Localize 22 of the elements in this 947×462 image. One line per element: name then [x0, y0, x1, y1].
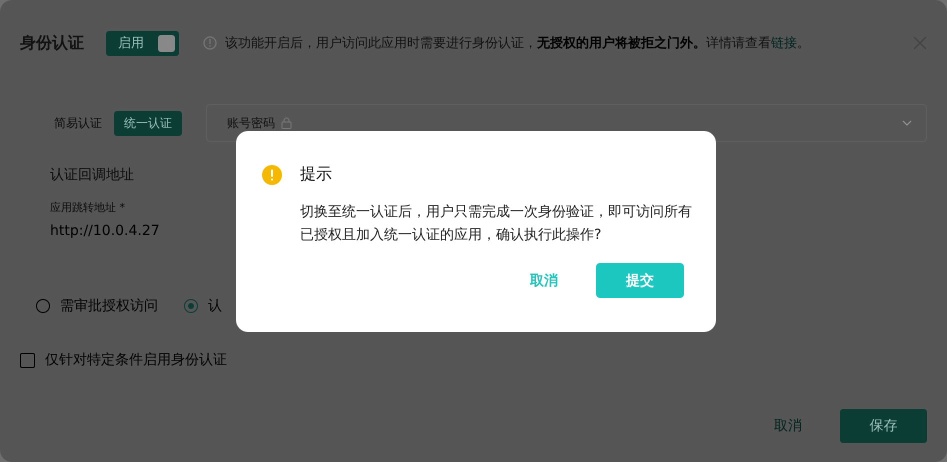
- lock-icon: [281, 117, 292, 129]
- dialog-message: 切换至统一认证后，用户只需完成一次身份验证，即可访问所有已授权且加入统一认证的应用，确认执行此操作?: [300, 203, 693, 245]
- submit-button[interactable]: 提交: [596, 263, 684, 298]
- info-icon: [203, 36, 217, 50]
- save-button[interactable]: 保存: [840, 409, 927, 443]
- auth-mode-tab[interactable]: 简易认证: [44, 110, 112, 136]
- dialog-cancel-button[interactable]: 取消: [530, 272, 558, 290]
- auth-mode-tab[interactable]: 统一认证: [114, 110, 182, 136]
- field-value: http://10.0.4.27: [50, 223, 160, 239]
- access-radio[interactable]: 需审批授权访问: [36, 297, 158, 315]
- enable-toggle[interactable]: 启用: [106, 30, 179, 56]
- chevron-icon: [902, 120, 912, 126]
- access-radio[interactable]: 认: [184, 297, 222, 315]
- dialog-title: 提示: [300, 164, 332, 185]
- condition-checkbox[interactable]: 仅针对特定条件启用身份认证: [20, 351, 227, 369]
- field-label: 应用跳转地址 *: [50, 200, 125, 215]
- section-title: 认证回调地址: [50, 166, 134, 184]
- panel-title: 身份认证: [20, 32, 84, 54]
- details-link[interactable]: 链接: [771, 36, 797, 51]
- notice-text: 该功能开启后，用户访问此应用时需要进行身份认证，无授权的用户将被拒之门外。详情请查看链接。: [225, 34, 810, 52]
- cancel-button[interactable]: 取消: [774, 417, 802, 435]
- warning-icon: [262, 164, 282, 184]
